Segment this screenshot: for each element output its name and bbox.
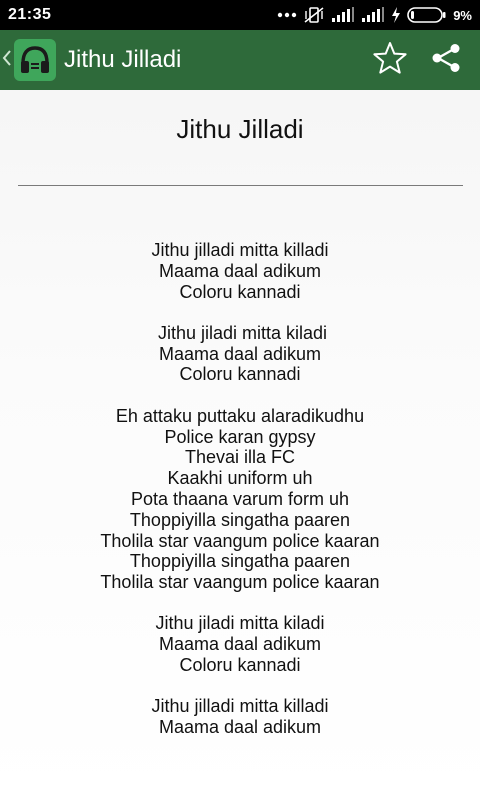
lyrics: Jithu jilladi mitta killadi Maama daal a… [0, 240, 480, 758]
signal-icon [331, 7, 355, 23]
lyric-line: Kaakhi uniform uh [167, 468, 313, 489]
lyric-line: Tholila star vaangum police kaaran [100, 572, 380, 593]
lyric-line: Coloru kannadi [179, 364, 301, 385]
app-title: Jithu Jilladi [64, 46, 182, 73]
song-title: Jithu Jilladi [176, 114, 304, 144]
battery-percent: 9% [453, 7, 472, 23]
star-icon [372, 41, 408, 80]
divider [18, 185, 463, 186]
favorite-button[interactable] [362, 30, 418, 90]
charging-icon [391, 7, 401, 23]
share-icon [430, 42, 462, 79]
lyric-line: Coloru kannadi [179, 655, 301, 676]
lyric-line: Eh attaku puttaku alaradikudhu [115, 405, 365, 426]
lyric-line: Maama daal adikum [158, 343, 322, 364]
stanza: Eh attaku puttaku alaradikudhu Police ka… [0, 406, 480, 593]
lyric-line: Pota thaana varum form uh [130, 488, 350, 509]
status-icons: 9% [277, 6, 472, 24]
status-bar: 21:35 9% [0, 0, 480, 30]
lyric-line: Maama daal adikum [158, 717, 322, 738]
lyric-line: Thoppiyilla singatha paaren [129, 551, 351, 572]
lyric-line: Tholila star vaangum police kaaran [100, 530, 380, 551]
lyric-line: Jithu jilladi mitta killadi [151, 696, 329, 717]
stanza: Jithu jiladi mitta kiladi Maama daal adi… [0, 323, 480, 385]
battery-icon [407, 6, 447, 24]
stanza: Jithu jiladi mitta kiladi Maama daal adi… [0, 613, 480, 675]
lyric-line: Thevai illa FC [184, 447, 296, 468]
stanza: Jithu jilladi mitta killadi Maama daal a… [0, 240, 480, 302]
lyric-line: Maama daal adikum [158, 634, 322, 655]
vibrate-off-icon [303, 6, 325, 24]
lyric-line: Maama daal adikum [158, 260, 322, 281]
lyric-line: Thoppiyilla singatha paaren [129, 509, 351, 530]
lyric-line: Jithu jiladi mitta kiladi [152, 322, 328, 343]
chevron-left-icon [2, 49, 12, 71]
back-button[interactable] [0, 30, 56, 90]
status-time: 21:35 [8, 6, 52, 23]
lyric-line: Jithu jiladi mitta kiladi [155, 613, 325, 634]
more-dots-icon [277, 12, 297, 18]
headphones-icon [14, 39, 56, 81]
lyric-line: Police karan gypsy [164, 426, 316, 447]
lyric-line: Coloru kannadi [179, 281, 301, 302]
share-button[interactable] [418, 30, 474, 90]
signal-icon-2 [361, 7, 385, 23]
app-bar: Jithu Jilladi [0, 30, 480, 90]
lyrics-content[interactable]: Jithu Jilladi Jithu jilladi mitta killad… [0, 90, 480, 800]
lyric-line: Jithu jilladi mitta killadi [151, 240, 329, 260]
stanza: Jithu jilladi mitta killadi Maama daal a… [0, 696, 480, 738]
